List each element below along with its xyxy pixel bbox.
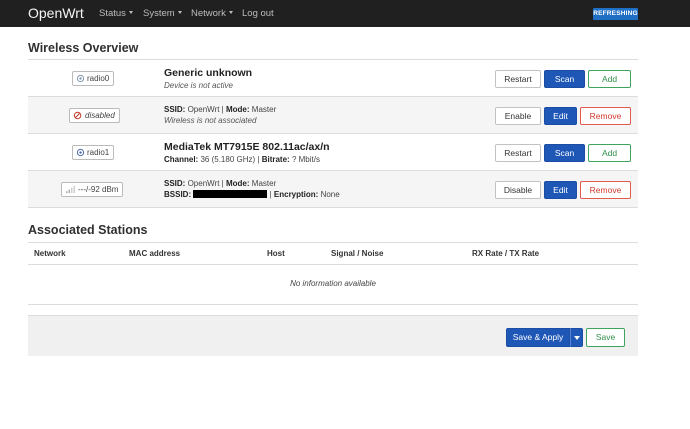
bssid-label: BSSID: — [164, 190, 192, 199]
mode-label: Mode: — [225, 179, 250, 188]
ssid-value: OpenWrt — [187, 179, 220, 188]
mode-value: Master — [251, 179, 277, 188]
restart-button[interactable]: Restart — [495, 70, 541, 88]
interface-info: SSID: OpenWrt | Mode: Master Wireless is… — [164, 104, 484, 126]
wifi-interface-row: ---/-92 dBm SSID: OpenWrt | Mode: Master… — [28, 171, 638, 208]
radio-badge: radio0 — [72, 71, 115, 86]
col-host: Host — [267, 249, 285, 258]
menu-system[interactable]: System — [143, 8, 182, 19]
save-button[interactable]: Save — [586, 328, 625, 347]
refreshing-badge[interactable]: REFRESHING — [593, 8, 638, 20]
interface-info: SSID: OpenWrt | Mode: Master BSSID: | En… — [164, 178, 484, 200]
table-header: Network MAC address Host Signal / Noise … — [28, 242, 638, 265]
edit-button[interactable]: Edit — [544, 107, 577, 125]
radio-badge-label: radio1 — [87, 148, 110, 157]
ssid-value: OpenWrt — [187, 105, 220, 114]
add-button[interactable]: Add — [588, 70, 631, 88]
scan-button[interactable]: Scan — [544, 144, 585, 162]
radio-title: Generic unknown — [164, 67, 253, 79]
associated-stations-heading: Associated Stations — [28, 223, 148, 237]
add-button[interactable]: Add — [588, 144, 631, 162]
enable-button[interactable]: Enable — [495, 107, 541, 125]
bssid-encryption-line: BSSID: | Encryption: None — [164, 190, 340, 199]
radio-info: MediaTek MT7915E 802.11ac/ax/n Channel: … — [164, 141, 484, 165]
encryption-label: Encryption: — [273, 190, 319, 199]
mode-label: Mode: — [225, 105, 250, 114]
disable-button[interactable]: Disable — [495, 181, 541, 199]
save-apply-button[interactable]: Save & Apply — [506, 328, 570, 347]
signal-badge: ---/-92 dBm — [61, 182, 124, 197]
ssid-mode-line: SSID: OpenWrt | Mode: Master — [164, 105, 277, 114]
association-status: Wireless is not associated — [164, 116, 257, 125]
wifi-radio-icon — [76, 148, 85, 157]
col-signal-noise: Signal / Noise — [331, 249, 384, 258]
menu-logout[interactable]: Log out — [242, 8, 274, 19]
wifi-disabled-icon — [73, 111, 82, 120]
associated-stations-table: Network MAC address Host Signal / Noise … — [28, 242, 638, 305]
bitrate-value: ? Mbit/s — [291, 155, 320, 164]
menu-status-label: Status — [99, 8, 126, 19]
wireless-overview-heading: Wireless Overview — [28, 41, 139, 55]
bitrate-label: Bitrate: — [261, 155, 290, 164]
empty-message: No information available — [290, 279, 376, 288]
wifi-radio-icon — [76, 74, 85, 83]
menu-network-label: Network — [191, 8, 226, 19]
chevron-down-icon — [128, 11, 133, 14]
radio-badge-label: radio0 — [87, 74, 110, 83]
brand-logo[interactable]: OpenWrt — [28, 5, 84, 21]
radio-title: MediaTek MT7915E 802.11ac/ax/n — [164, 141, 330, 153]
radio-info: Generic unknown Device is not active — [164, 67, 484, 91]
chevron-down-icon — [177, 11, 182, 14]
ssid-mode-line: SSID: OpenWrt | Mode: Master — [164, 179, 277, 188]
save-apply-dropdown-toggle[interactable] — [570, 328, 583, 347]
signal-badge-label: ---/-92 dBm — [78, 185, 119, 194]
ssid-label: SSID: — [164, 105, 186, 114]
remove-button[interactable]: Remove — [580, 181, 631, 199]
col-mac-address: MAC address — [129, 249, 181, 258]
bssid-redacted — [193, 190, 268, 198]
chevron-down-icon — [228, 11, 233, 14]
ssid-label: SSID: — [164, 179, 186, 188]
radio0-row: radio0 Generic unknown Device is not act… — [28, 60, 638, 97]
restart-button[interactable]: Restart — [495, 144, 541, 162]
menu-network[interactable]: Network — [191, 8, 233, 19]
form-actions-bar: Save & Apply Save — [28, 315, 638, 356]
disabled-badge-label: disabled — [85, 111, 115, 120]
channel-bitrate-line: Channel: 36 (5.180 GHz) | Bitrate: ? Mbi… — [164, 155, 320, 164]
menu-status[interactable]: Status — [99, 8, 133, 19]
signal-strength-icon — [66, 185, 75, 194]
col-rx-tx-rate: RX Rate / TX Rate — [472, 249, 540, 258]
col-network: Network — [34, 249, 66, 258]
radio-status: Device is not active — [164, 81, 233, 90]
wifi-interface-row: disabled SSID: OpenWrt | Mode: Master Wi… — [28, 97, 638, 134]
mode-value: Master — [251, 105, 277, 114]
scan-button[interactable]: Scan — [544, 70, 585, 88]
radio-badge: radio1 — [72, 145, 115, 160]
encryption-value: None — [320, 190, 340, 199]
top-navbar: OpenWrt Status System Network Log out RE… — [0, 0, 690, 27]
wireless-overview-table: radio0 Generic unknown Device is not act… — [28, 59, 638, 208]
empty-table-row: No information available — [28, 265, 638, 305]
channel-value: 36 (5.180 GHz) — [200, 155, 256, 164]
remove-button[interactable]: Remove — [580, 107, 631, 125]
channel-label: Channel: — [164, 155, 199, 164]
caret-down-icon — [574, 336, 580, 340]
menu-system-label: System — [143, 8, 175, 19]
disabled-badge: disabled — [69, 108, 120, 123]
radio1-row: radio1 MediaTek MT7915E 802.11ac/ax/n Ch… — [28, 134, 638, 171]
edit-button[interactable]: Edit — [544, 181, 577, 199]
